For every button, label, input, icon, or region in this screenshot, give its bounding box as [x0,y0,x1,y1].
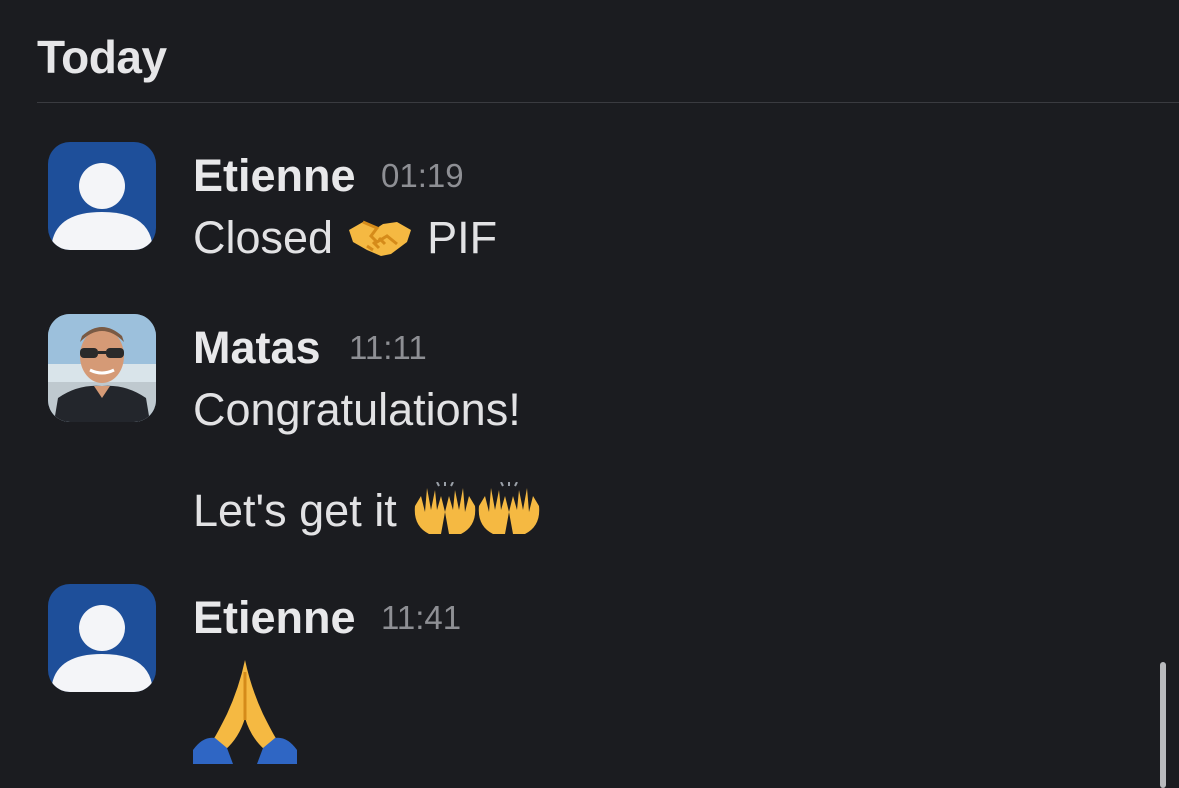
folded-hands-emoji-icon [193,660,297,764]
profile-photo [48,314,156,422]
message-word: Closed [193,212,334,263]
message-author[interactable]: Matas [193,322,321,374]
scrollbar[interactable] [1160,662,1166,788]
message-timestamp[interactable]: 01:19 [381,157,464,195]
default-user-icon [52,605,152,692]
header-divider [37,102,1179,103]
avatar-etienne[interactable] [48,142,156,250]
message-word: Let's get it [193,485,397,536]
handshake-emoji-icon [349,220,412,256]
message-text [193,658,297,764]
message-timestamp[interactable]: 11:41 [381,599,461,637]
raising-hands-emoji-icon [414,482,539,534]
message-text: Closed PIF [193,212,497,264]
message-word: PIF [427,212,498,263]
default-user-icon [52,163,152,250]
day-header-today: Today [37,31,167,83]
message-text: Let's get it [193,482,541,540]
avatar-matas[interactable] [48,314,156,422]
message-text: Congratulations! [193,384,521,435]
message-author[interactable]: Etienne [193,592,356,644]
message-timestamp[interactable]: 11:11 [349,329,427,367]
message-author[interactable]: Etienne [193,150,356,202]
avatar-etienne[interactable] [48,584,156,692]
